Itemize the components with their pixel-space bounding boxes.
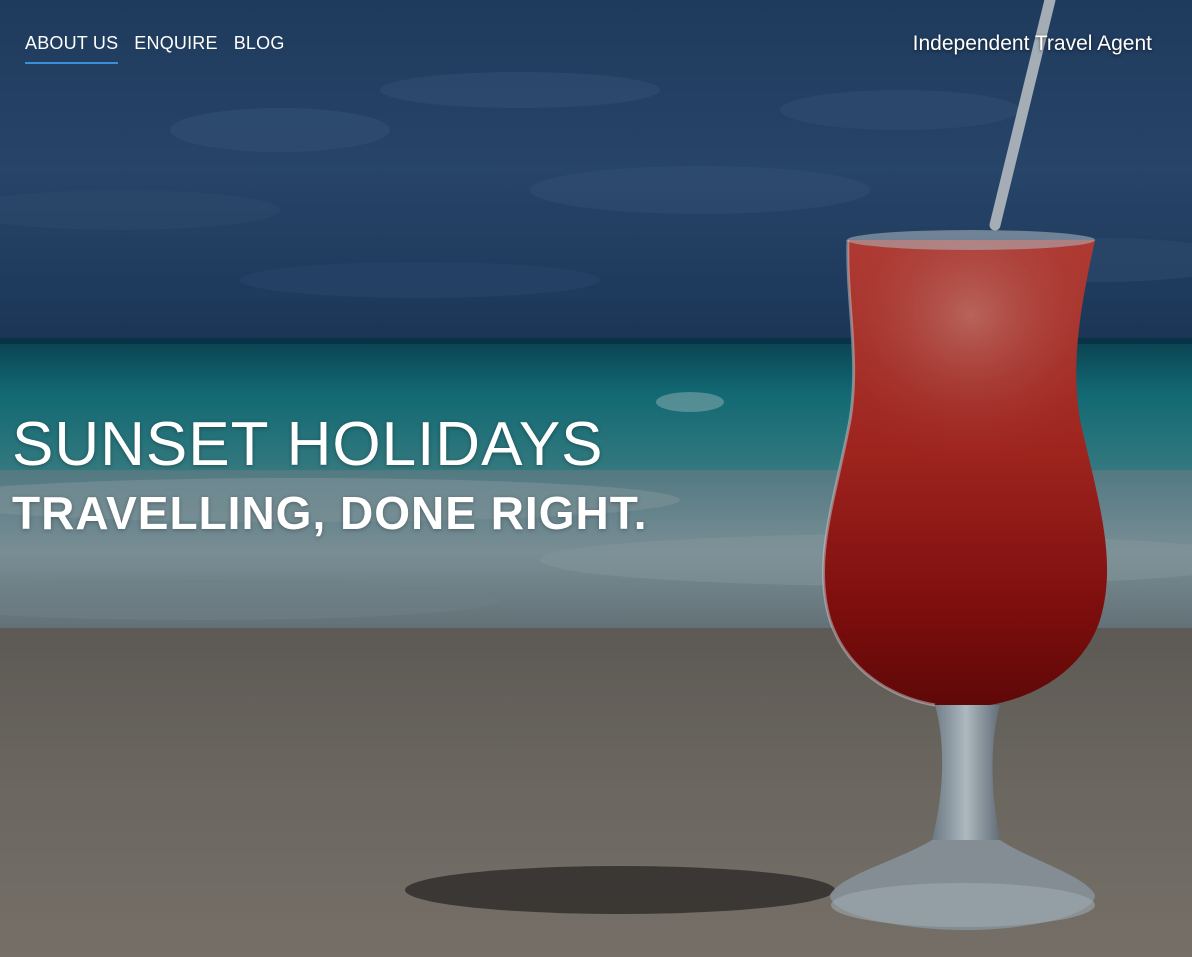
brand-tagline: Independent Travel Agent <box>912 32 1152 55</box>
hero-title: SUNSET HOLIDAYS <box>12 410 604 479</box>
hero-subtitle: TRAVELLING, DONE RIGHT. <box>12 487 648 539</box>
main-nav: ABOUT US ENQUIRE BLOG <box>25 33 285 64</box>
hero-headline: SUNSET HOLIDAYS TRAVELLING, DONE RIGHT. <box>12 406 648 542</box>
nav-link-blog[interactable]: BLOG <box>234 33 285 64</box>
nav-link-about-us[interactable]: ABOUT US <box>25 33 119 64</box>
hero-section: ABOUT US ENQUIRE BLOG Independent Travel… <box>0 0 1192 957</box>
nav-link-enquire[interactable]: ENQUIRE <box>134 33 217 64</box>
